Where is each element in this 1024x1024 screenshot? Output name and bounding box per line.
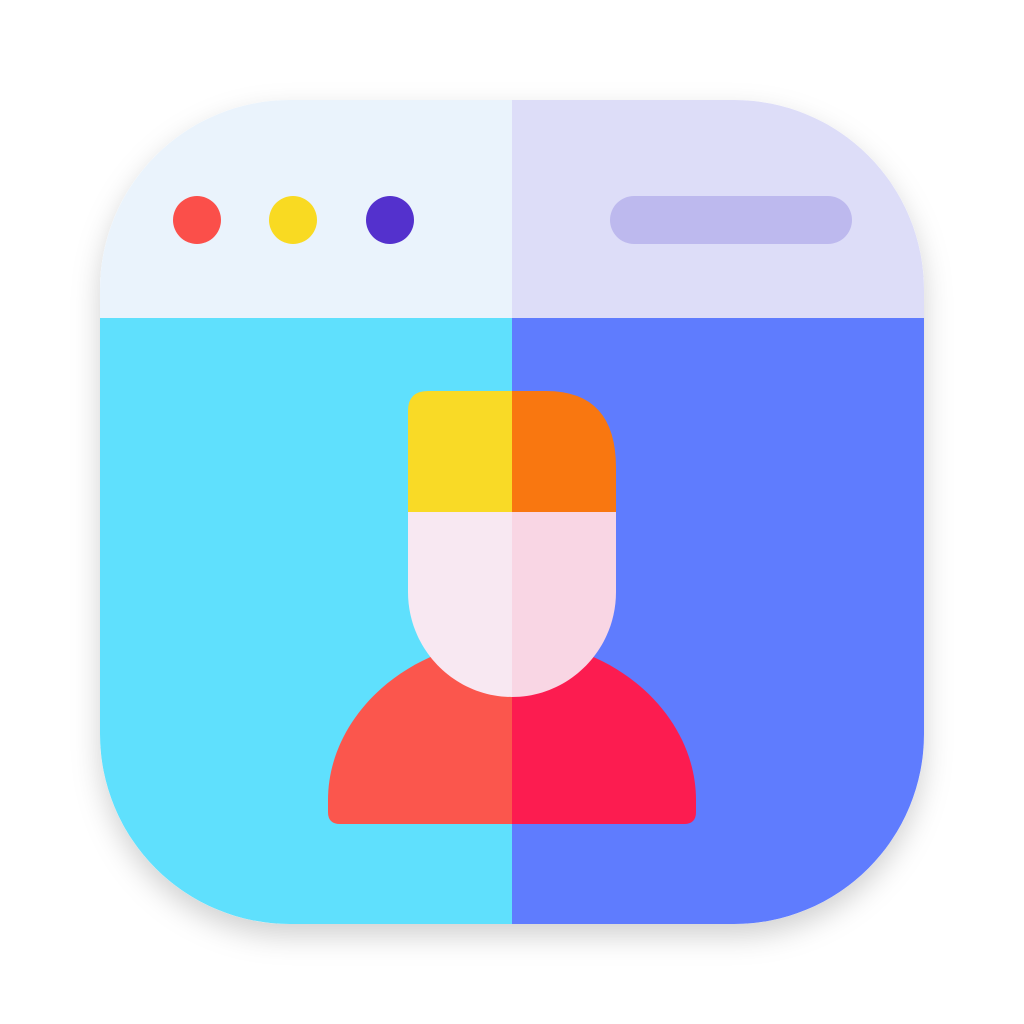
window-dot-purple	[366, 196, 414, 244]
app-icon	[0, 0, 1024, 1024]
person-hair-left	[408, 391, 512, 512]
address-bar	[610, 196, 852, 244]
window-dot-yellow	[269, 196, 317, 244]
app-icon-graphic	[100, 100, 924, 924]
window-dot-red	[173, 196, 221, 244]
